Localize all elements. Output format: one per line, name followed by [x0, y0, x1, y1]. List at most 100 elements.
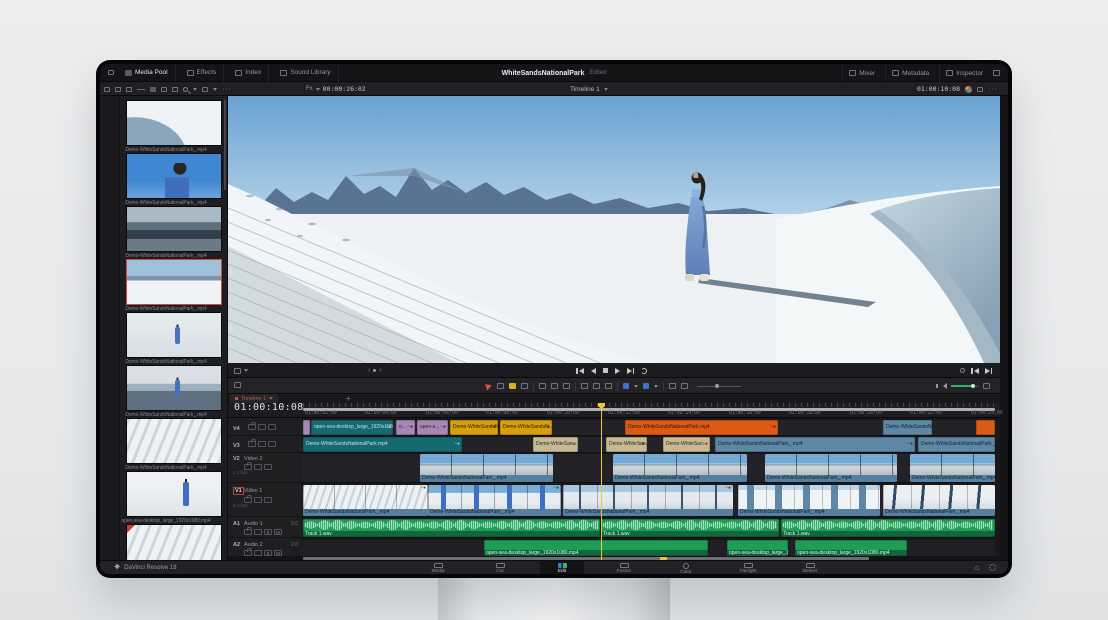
media-thumbnail-dune-shadow[interactable]: [126, 100, 222, 146]
timeline-clip-filmstrip[interactable]: Demo-WhiteSandsNationalPark_.mp4: [910, 454, 995, 482]
media-thumbnail-woman-walking[interactable]: [126, 312, 222, 358]
zoom-slider-small[interactable]: [137, 89, 145, 90]
bin-back-icon[interactable]: [115, 87, 121, 92]
audio-monitor-icon[interactable]: [943, 383, 947, 389]
tab-effects[interactable]: Effects: [180, 64, 225, 82]
track-header-a1[interactable]: A1Audio 12.0SM: [228, 519, 303, 538]
timeline-clip-filmstrip[interactable]: Demo-WhiteSandsNationalPark_.mp4~●: [428, 485, 561, 516]
tab-index[interactable]: Index: [228, 64, 269, 82]
tab-mixer[interactable]: Mixer: [842, 64, 881, 82]
track-id-badge[interactable]: V3: [233, 443, 244, 449]
media-clip[interactable]: Demo-WhiteSandsNationalPark_.mp4: [100, 100, 228, 153]
zoom-out-icon[interactable]: [669, 383, 676, 389]
media-clip[interactable]: Demo-WhiteSandsNationalPark_.mp4: [100, 312, 228, 365]
lock-icon[interactable]: [244, 529, 252, 535]
media-thumbnail-woman-dunes[interactable]: [126, 471, 222, 517]
timeline-clip[interactable]: Demo-WhiteSandsNationalP...: [883, 420, 932, 435]
track-enable-icon[interactable]: [268, 424, 276, 430]
timeline-view-options-icon[interactable]: [234, 382, 241, 388]
selection-tool-icon[interactable]: [485, 382, 493, 391]
stop-button[interactable]: [603, 368, 608, 373]
linked-selection-icon[interactable]: [593, 383, 600, 389]
bin-list-icon[interactable]: [104, 87, 110, 92]
timeline-clip[interactable]: o...~●: [396, 420, 415, 435]
display-mode-icon[interactable]: [977, 87, 983, 92]
insert-clip-icon[interactable]: [539, 383, 546, 389]
media-clip[interactable]: Demo-WhiteSandsNationalPark_.mp4: [100, 153, 228, 206]
media-thumbnail-ripples[interactable]: [126, 418, 222, 464]
snapping-icon[interactable]: [581, 383, 588, 389]
tab-media-pool[interactable]: Media Pool: [118, 64, 176, 82]
media-thumbnail-dusk[interactable]: [126, 365, 222, 411]
timeline-audio-clip[interactable]: Track 1.wav: [601, 519, 779, 537]
timeline-ruler[interactable]: 01:00:02:0001:00:04:0001:00:06:0001:00:0…: [228, 403, 1000, 418]
thumbnail-view-icon[interactable]: [150, 87, 156, 92]
track-enable-icon[interactable]: [264, 497, 272, 503]
track-header-v4[interactable]: V4: [228, 420, 303, 436]
search-chevron-icon[interactable]: [193, 88, 197, 91]
mute-button[interactable]: M: [274, 529, 282, 535]
search-icon[interactable]: [183, 87, 188, 92]
page-button-fusion[interactable]: Fusion: [602, 561, 646, 574]
track-header-v2[interactable]: V2Video 24 Clips: [228, 454, 303, 483]
media-thumbnail-dark-dunes[interactable]: [126, 206, 222, 252]
timeline-clip[interactable]: Demo-WhiteSandsNationalPark_.mp4~●: [715, 437, 915, 452]
media-clip[interactable]: Demo-WhiteSandsNationalPark_.mp4: [100, 418, 228, 471]
lock-icon[interactable]: [248, 441, 256, 447]
next-clip-icon[interactable]: [985, 368, 993, 374]
sort-icon[interactable]: [202, 87, 208, 92]
viewer-sizing-icon[interactable]: [234, 368, 241, 374]
timeline-clip[interactable]: Demo-WhiteSandsNationalPark.mp4~●: [303, 437, 462, 452]
page-button-fairlight[interactable]: Fairlight: [726, 561, 770, 574]
track-id-badge[interactable]: V1: [233, 487, 244, 495]
play-button[interactable]: [615, 368, 620, 374]
list-view-icon[interactable]: [161, 87, 167, 92]
media-clip[interactable]: Demo-WhiteSandsNationalPark_.mp4: [100, 206, 228, 259]
workspace-icon[interactable]: [108, 70, 114, 75]
timeline-audio-clip[interactable]: open-sea-desktop_large_1920x1080.mp4: [484, 540, 708, 556]
viewer-fx-control[interactable]: Fx 00:00:26:02: [306, 82, 366, 96]
page-button-cut[interactable]: Cut: [478, 561, 522, 574]
timeline-audio-clip[interactable]: Track 1.wav: [303, 519, 600, 537]
auto-select-icon[interactable]: [258, 441, 266, 447]
timeline-clip[interactable]: Demo-WhiteSandsNationalPark.mp4~●: [625, 420, 778, 435]
panel-toggle-icon[interactable]: [993, 70, 1000, 76]
color-wheel-icon[interactable]: [965, 86, 972, 93]
viewer-options-icon[interactable]: ···: [988, 86, 998, 93]
track-header-v3[interactable]: V3: [228, 437, 303, 453]
timeline-audio-clip[interactable]: open-sea-desktop_large_1920x1080...: [727, 540, 788, 556]
sort-chevron-icon[interactable]: [213, 88, 217, 91]
timeline-clip-filmstrip[interactable]: Demo-WhiteSandsNationalPark_.mp4: [883, 485, 995, 516]
lock-icon[interactable]: [244, 550, 252, 556]
mute-button[interactable]: M: [274, 550, 282, 556]
timeline-clip[interactable]: Demo-WhiteSan...~●: [533, 437, 578, 452]
timeline-settings-icon[interactable]: [983, 383, 990, 389]
trim-edit-icon[interactable]: [497, 383, 504, 389]
track-enable-icon[interactable]: [264, 464, 272, 470]
play-reverse-button[interactable]: [591, 368, 596, 374]
position-lock-icon[interactable]: [605, 383, 612, 389]
track-id-badge[interactable]: V4: [233, 426, 244, 432]
solo-button[interactable]: S: [264, 529, 272, 535]
flag-color-icon[interactable]: [623, 383, 629, 389]
playhead[interactable]: [601, 403, 602, 560]
timeline-clip-filmstrip[interactable]: Demo-WhiteSandsNationalPark_.mp4~●: [303, 485, 428, 516]
loop-button[interactable]: [641, 368, 647, 374]
tab-metadata[interactable]: Metadata: [885, 64, 935, 82]
more-options-icon[interactable]: ···: [222, 86, 232, 93]
track-id-badge[interactable]: A2: [233, 542, 244, 548]
timeline-audio-clip[interactable]: Track 1.wav: [781, 519, 995, 537]
timeline-clip[interactable]: Demo-WhiteSandsN...~●: [500, 420, 552, 435]
timeline-clip[interactable]: Demo-WhiteSandsN...~●: [450, 420, 498, 435]
timeline-clip[interactable]: Demo-WhiteSan...~●: [606, 437, 647, 452]
auto-select-icon[interactable]: [254, 497, 262, 503]
timeline-clip[interactable]: open-sea-desktop_large_1920x1080.mp4~●: [311, 420, 393, 435]
page-button-color[interactable]: Color: [664, 561, 708, 574]
project-manager-home-icon[interactable]: ⌂: [974, 563, 979, 572]
timeline-scroll-top[interactable]: [303, 408, 995, 411]
grid-view-icon[interactable]: [172, 87, 178, 92]
zoom-in-icon[interactable]: [681, 383, 688, 389]
timeline-clip-filmstrip[interactable]: Demo-WhiteSandsNationalPark_.mp4: [738, 485, 880, 516]
page-button-media[interactable]: Media: [416, 561, 460, 574]
track-id-badge[interactable]: A1: [233, 521, 244, 527]
